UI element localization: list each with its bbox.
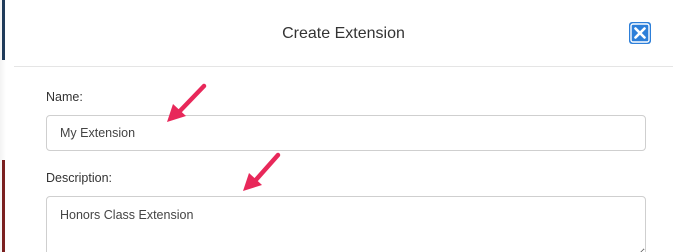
create-extension-modal: Create Extension Name: Description: Hono… [14,0,673,252]
name-input[interactable] [46,115,646,151]
background-page-edge [0,0,8,252]
close-icon [630,23,650,43]
background-accent-bottom [2,160,5,252]
background-accent-top [2,0,5,60]
close-button[interactable] [629,22,651,44]
description-label: Description: [46,171,112,185]
description-form-group: Description: Honors Class Extension [46,171,646,252]
modal-header: Create Extension [14,0,673,67]
name-label: Name: [46,90,83,104]
modal-title: Create Extension [282,25,405,42]
arrow-icon [167,83,207,122]
description-textarea[interactable]: Honors Class Extension [46,196,646,252]
page: Create Extension Name: Description: Hono… [0,0,673,252]
arrow-icon [243,152,281,191]
name-form-group: Name: [46,90,646,151]
